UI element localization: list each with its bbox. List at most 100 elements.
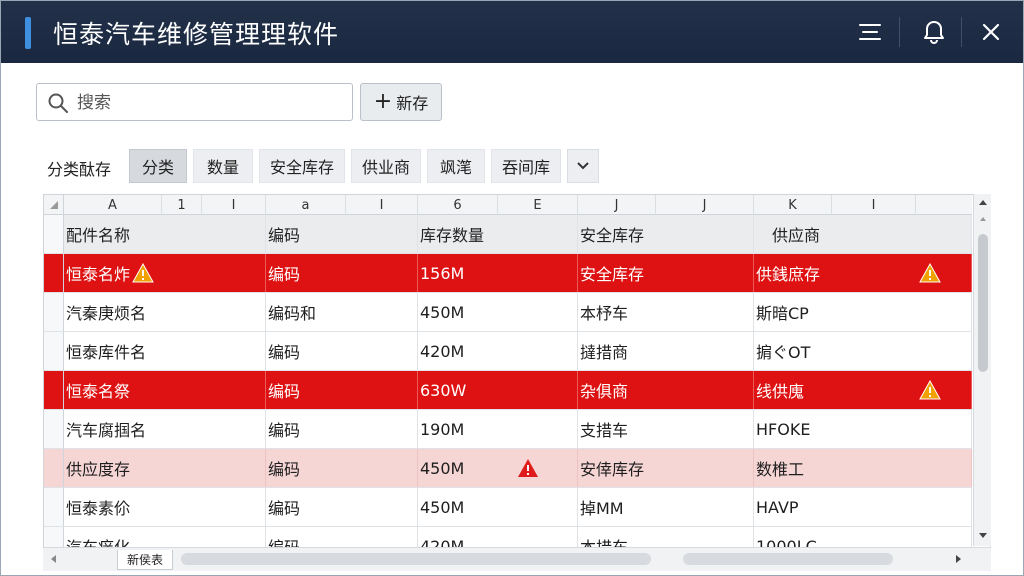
search-box[interactable]: [36, 83, 353, 121]
warning-icon: [518, 459, 538, 477]
cell-stock-qty[interactable]: 190M: [418, 410, 578, 448]
table-row[interactable]: 恒泰名祭 编码 630W 杂俱商 线供廆: [44, 371, 972, 410]
cell-part-name[interactable]: 恒泰名炸: [64, 254, 266, 292]
filter-chip-category[interactable]: 分类: [129, 149, 187, 183]
warning-icon: [919, 380, 941, 400]
cell-safety-stock[interactable]: 杂俱商: [578, 371, 754, 409]
cell-part-name[interactable]: 恒泰素伱: [64, 488, 266, 526]
cell-stock-qty[interactable]: 450M: [418, 293, 578, 331]
row-header[interactable]: [44, 254, 64, 292]
app-title: 恒泰汽车维修管理理软件: [53, 20, 340, 49]
cell-part-name[interactable]: 汽车腐掴名: [64, 410, 266, 448]
toolbar: + 新存: [1, 63, 1023, 141]
column-letter[interactable]: J: [578, 195, 656, 215]
table-row[interactable]: 恒泰库件名 编码 420M 撻措商 掮ぐOT: [44, 332, 972, 371]
column-letter[interactable]: I: [202, 195, 266, 215]
filter-chip-quantity[interactable]: 数量: [193, 149, 253, 183]
new-button-label: 新存: [396, 94, 429, 113]
cell-safety-stock[interactable]: 掉MM: [578, 488, 754, 526]
scroll-right-icon: [956, 555, 961, 563]
cell-part-name[interactable]: 汽秦庚烦名: [64, 293, 266, 331]
header-stock-qty[interactable]: 库存数量: [418, 215, 578, 253]
table-row[interactable]: 汽秦庚烦名 编码和 450M 本杼车 斯暗CP: [44, 293, 972, 332]
cell-code[interactable]: 编码: [266, 254, 418, 292]
column-letter[interactable]: K: [754, 195, 832, 215]
cell-stock-qty[interactable]: 450M: [418, 449, 578, 487]
cell-safety-stock[interactable]: 安倖库存: [578, 449, 754, 487]
row-header[interactable]: [44, 371, 64, 409]
cell-stock-qty[interactable]: 630W: [418, 371, 578, 409]
cell-stock-qty[interactable]: 450M: [418, 488, 578, 526]
row-header[interactable]: [44, 449, 64, 487]
cell-part-name[interactable]: 供应度存: [64, 449, 266, 487]
app-window: 恒泰汽车维修管理理软件 + 新存 分类酞存 分类 数量 安全库存 供业商 飒: [0, 0, 1024, 576]
titlebar-divider: [961, 17, 962, 47]
sheet-corner[interactable]: [44, 195, 64, 215]
vertical-scroll-thumb[interactable]: [978, 234, 988, 372]
cell-supplier[interactable]: 斯暗CP: [754, 293, 972, 331]
cell-code[interactable]: 编码: [266, 410, 418, 448]
close-icon[interactable]: [974, 15, 1008, 49]
cell-text: 恒泰名炸: [66, 265, 131, 284]
column-letter[interactable]: I: [832, 195, 916, 215]
header-safety-stock[interactable]: 安全库存: [578, 215, 754, 253]
bell-icon[interactable]: [917, 15, 951, 49]
cell-safety-stock[interactable]: 撻措商: [578, 332, 754, 370]
column-letter[interactable]: 6: [418, 195, 498, 215]
table-row[interactable]: 汽车腐掴名 编码 190M 支措车 HFOKE: [44, 410, 972, 449]
cell-supplier[interactable]: HFOKE: [754, 410, 972, 448]
cell-code[interactable]: 编码: [266, 332, 418, 370]
column-letter[interactable]: a: [266, 195, 346, 215]
table-row[interactable]: 恒泰素伱 编码 450M 掉MM HAVP: [44, 488, 972, 527]
horizontal-scrollbar-bar: 新侯表: [43, 547, 991, 571]
header-code[interactable]: 编码: [266, 215, 418, 253]
scroll-left-icon: [51, 555, 56, 563]
filter-chip-safety-stock[interactable]: 安全库存: [259, 149, 345, 183]
cell-stock-qty[interactable]: 156M: [418, 254, 578, 292]
filter-more-dropdown[interactable]: [567, 149, 599, 183]
column-letter[interactable]: I: [346, 195, 418, 215]
menu-icon[interactable]: [853, 15, 887, 49]
horizontal-scroll-thumb[interactable]: [181, 553, 651, 565]
vertical-scrollbar[interactable]: [973, 194, 991, 546]
row-header[interactable]: [44, 293, 64, 331]
cell-supplier[interactable]: 数椎工: [754, 449, 972, 487]
cell-supplier[interactable]: HAVP: [754, 488, 972, 526]
row-header[interactable]: [44, 332, 64, 370]
filter-chip-supplier[interactable]: 供业商: [351, 149, 421, 183]
sheet-tab[interactable]: 新侯表: [117, 550, 173, 570]
column-letter[interactable]: E: [498, 195, 578, 215]
horizontal-scroll-thumb-secondary[interactable]: [683, 553, 893, 565]
header-part-name[interactable]: 配件名称: [64, 215, 266, 253]
cell-safety-stock[interactable]: 本杼车: [578, 293, 754, 331]
plus-icon: +: [373, 89, 393, 114]
cell-stock-qty[interactable]: 420M: [418, 332, 578, 370]
table-row[interactable]: 恒泰名炸 编码 156M 安全库存 供銭庶存: [44, 254, 972, 293]
row-header[interactable]: [44, 488, 64, 526]
filter-chip-warehouse[interactable]: 吞间库: [491, 149, 561, 183]
title-bar: 恒泰汽车维修管理理软件: [1, 1, 1023, 63]
search-input[interactable]: [77, 90, 337, 116]
column-letter[interactable]: J: [656, 195, 754, 215]
row-header[interactable]: [44, 215, 64, 253]
table-row[interactable]: 供应度存 编码 450M 安倖库存 数椎工: [44, 449, 972, 488]
search-icon: [47, 92, 69, 114]
filter-label: 分类酞存: [47, 160, 112, 179]
titlebar-divider: [899, 17, 900, 47]
cell-supplier[interactable]: 掮ぐOT: [754, 332, 972, 370]
filter-chip-5[interactable]: 飒滗: [427, 149, 485, 183]
scroll-up-small-icon: [980, 217, 986, 221]
column-letter[interactable]: 1: [162, 195, 202, 215]
cell-code[interactable]: 编码: [266, 449, 418, 487]
cell-code[interactable]: 编码和: [266, 293, 418, 331]
new-button[interactable]: + 新存: [360, 83, 442, 121]
cell-part-name[interactable]: 恒泰名祭: [64, 371, 266, 409]
cell-safety-stock[interactable]: 安全库存: [578, 254, 754, 292]
cell-safety-stock[interactable]: 支措车: [578, 410, 754, 448]
cell-code[interactable]: 编码: [266, 371, 418, 409]
cell-code[interactable]: 编码: [266, 488, 418, 526]
row-header[interactable]: [44, 410, 64, 448]
header-supplier[interactable]: 供应商: [754, 215, 972, 253]
cell-part-name[interactable]: 恒泰库件名: [64, 332, 266, 370]
column-letter[interactable]: A: [64, 195, 162, 215]
